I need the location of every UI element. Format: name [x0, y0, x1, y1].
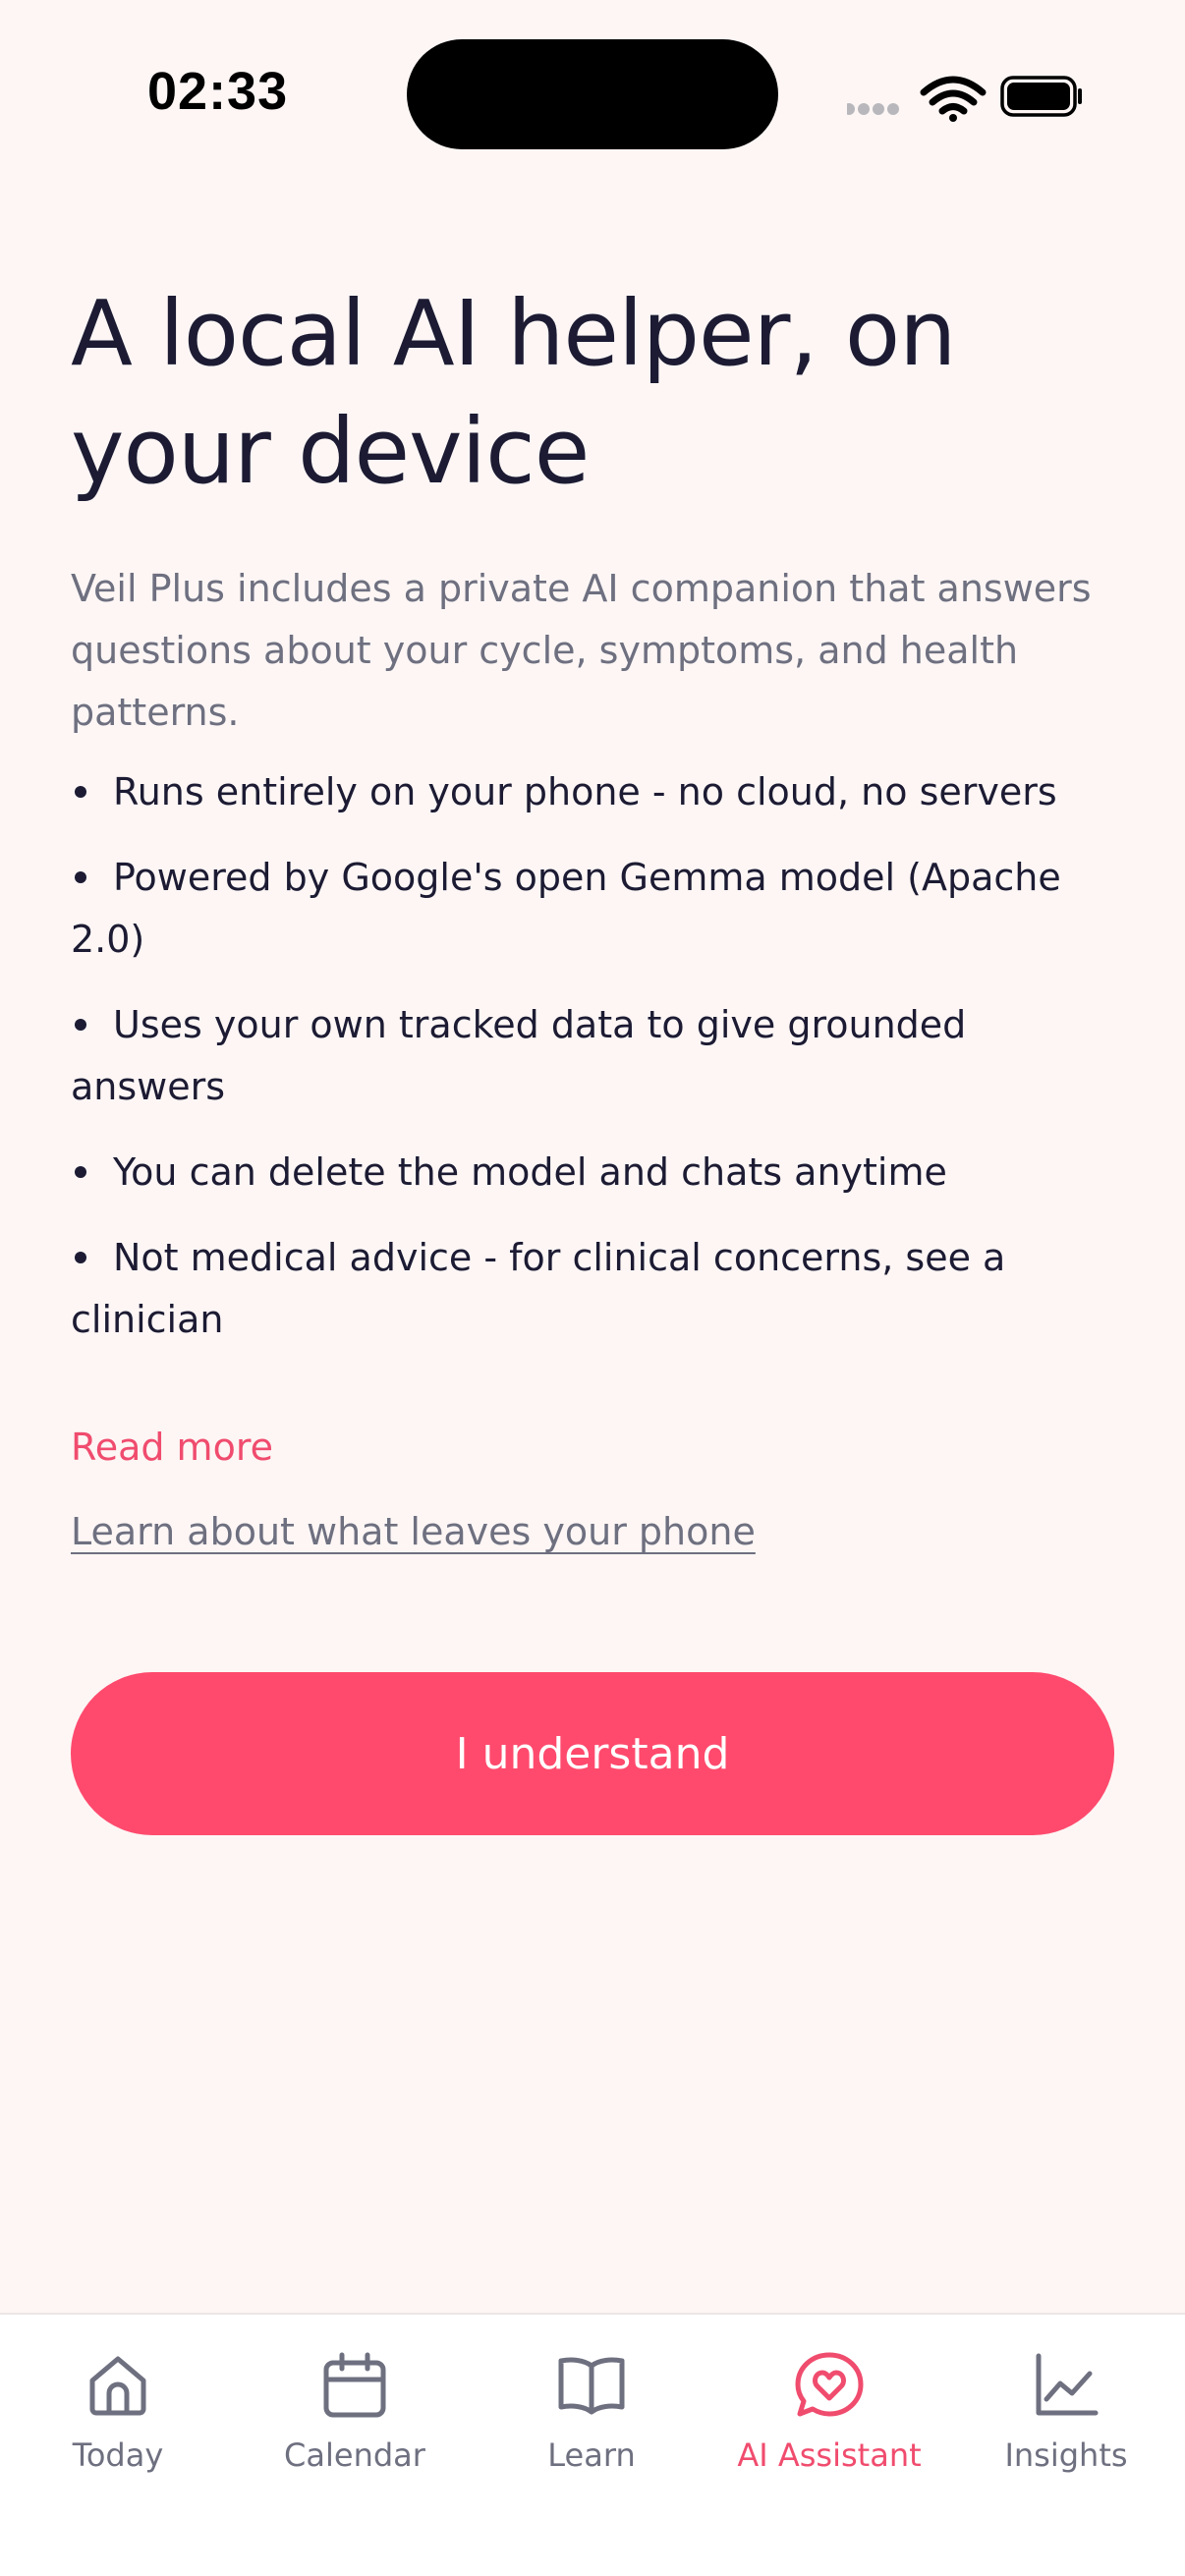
feature-text: Uses your own tracked data to give groun… [71, 1003, 967, 1108]
feature-text: Runs entirely on your phone - no cloud, … [113, 770, 1057, 813]
tab-learn[interactable]: Learn [474, 2348, 709, 2505]
page-title-line-2: your device [71, 399, 590, 504]
tab-ai-assistant[interactable]: AI Assistant [711, 2348, 947, 2505]
feature-item: Not medical advice - for clinical concer… [71, 1227, 1114, 1351]
chat-heart-icon [795, 2352, 864, 2417]
status-bar: 02:33 [0, 0, 1185, 196]
tab-today[interactable]: Today [0, 2348, 236, 2505]
tab-bar: Today Calendar Learn AI Assistant Insigh… [0, 2313, 1185, 2576]
onboarding-content: A local AI helper, on your device Veil P… [71, 275, 1114, 1561]
feature-text: Not medical advice - for clinical concer… [71, 1236, 1006, 1341]
bullet-dot [75, 1165, 86, 1178]
bullet-dot [75, 785, 86, 798]
page-title-line-1: A local AI helper, on [71, 281, 956, 386]
i-understand-button[interactable]: I understand [71, 1672, 1114, 1835]
bullet-dot [75, 870, 86, 883]
feature-item: Uses your own tracked data to give groun… [71, 994, 1114, 1118]
tab-label: AI Assistant [737, 2436, 922, 2474]
feature-text: You can delete the model and chats anyti… [113, 1150, 947, 1194]
battery-icon [1000, 76, 1082, 117]
read-more-link[interactable]: Read more [71, 1418, 1114, 1477]
signal-dots-icon [843, 103, 899, 115]
feature-item: Runs entirely on your phone - no cloud, … [71, 761, 1114, 823]
wifi-icon [920, 76, 987, 122]
chart-icon [1036, 2353, 1099, 2416]
tab-label: Calendar [284, 2436, 425, 2474]
status-icons [843, 67, 1083, 126]
feature-list: Runs entirely on your phone - no cloud, … [71, 761, 1114, 1351]
feature-item: You can delete the model and chats anyti… [71, 1142, 1114, 1204]
tab-calendar[interactable]: Calendar [237, 2348, 473, 2505]
learn-data-leaves-phone-link[interactable]: Learn about what leaves your phone [71, 1502, 756, 1561]
book-icon [558, 2357, 625, 2415]
home-icon [89, 2356, 146, 2416]
tab-label: Today [72, 2436, 164, 2474]
feature-item: Powered by Google's open Gemma model (Ap… [71, 847, 1114, 971]
tab-insights[interactable]: Insights [948, 2348, 1184, 2505]
bullet-dot [75, 1251, 86, 1263]
intro-text: Veil Plus includes a private AI companio… [71, 567, 1092, 734]
tab-label: Learn [547, 2436, 636, 2474]
bullet-dot [75, 1018, 86, 1031]
dynamic-island [407, 39, 778, 149]
tab-label: Insights [1004, 2436, 1128, 2474]
feature-text: Powered by Google's open Gemma model (Ap… [71, 856, 1061, 961]
calendar-icon [323, 2352, 386, 2418]
page-title: A local AI helper, on your device [71, 275, 1114, 511]
status-time: 02:33 [147, 62, 289, 121]
